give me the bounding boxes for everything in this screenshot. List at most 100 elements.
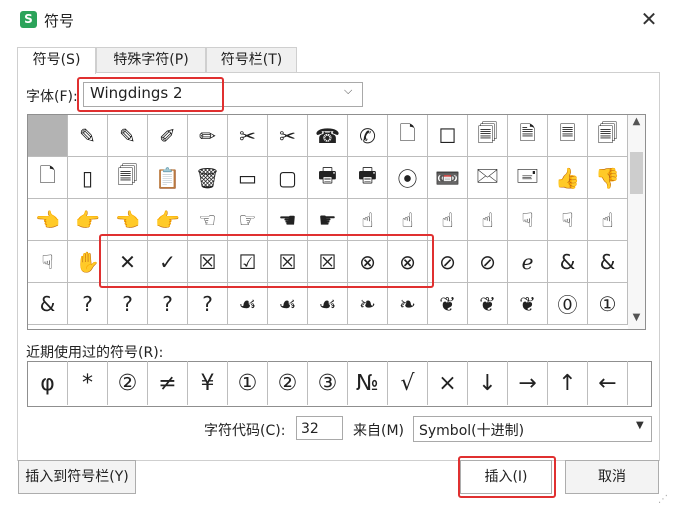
scroll-thumb[interactable] [630, 152, 643, 194]
symbol-cell[interactable]: ☎ [308, 115, 348, 157]
symbol-cell[interactable]: 🖃 [508, 157, 548, 199]
insert-to-symbol-bar-button[interactable]: 插入到符号栏(Y) [18, 460, 136, 494]
recent-symbol-cell[interactable]: ↑ [548, 361, 588, 405]
from-value: Symbol(十进制) [419, 423, 525, 439]
symbol-cell[interactable]: 🗏 [548, 115, 588, 157]
symbol-cell[interactable]: ✆ [348, 115, 388, 157]
symbol-cell[interactable]: ❧ [388, 283, 428, 325]
symbol-cell[interactable]: ▭ [228, 157, 268, 199]
symbol-cell[interactable]: ✂ [268, 115, 308, 157]
symbol-cell[interactable]: ? [188, 283, 228, 325]
symbol-cell[interactable]: 📼 [428, 157, 468, 199]
recent-symbol-cell[interactable]: ② [108, 361, 148, 405]
symbol-cell[interactable]: 🗐 [588, 115, 628, 157]
symbol-cell[interactable]: ✐ [148, 115, 188, 157]
recent-symbol-cell[interactable]: ① [228, 361, 268, 405]
recent-symbol-cell[interactable]: № [348, 361, 388, 405]
tab-symbols-label: 符号(S) [32, 52, 81, 68]
symbol-cell[interactable]: & [28, 283, 68, 325]
font-label: 字体(F): [26, 89, 78, 105]
recent-symbol-cell[interactable]: * [68, 361, 108, 405]
symbol-cell[interactable]: ? [108, 283, 148, 325]
app-icon: S [20, 11, 37, 28]
symbol-cell[interactable]: ☟ [548, 199, 588, 241]
symbol-cell[interactable]: 🗋 [28, 157, 68, 199]
recent-symbol-cell[interactable]: ¥ [188, 361, 228, 405]
symbol-cell[interactable]: ☙ [308, 283, 348, 325]
symbol-cell[interactable]: ⊘ [428, 241, 468, 283]
caret-down-icon[interactable]: ▼ [636, 420, 644, 431]
char-code-label: 字符代码(C): [204, 423, 286, 439]
tab-special-chars[interactable]: 特殊字符(P) [96, 47, 206, 73]
symbol-cell[interactable]: ℯ [508, 241, 548, 283]
recent-symbol-cell[interactable]: φ [28, 361, 68, 405]
scroll-down-icon[interactable]: ▼ [630, 312, 643, 326]
tab-special-chars-label: 特殊字符(P) [113, 52, 189, 68]
symbol-cell[interactable]: 🖶 [348, 157, 388, 199]
recent-symbol-cell[interactable]: √ [388, 361, 428, 405]
recent-symbol-cell[interactable]: ② [268, 361, 308, 405]
recent-symbol-cell[interactable]: ← [588, 361, 628, 405]
symbol-cell[interactable]: ☙ [228, 283, 268, 325]
symbol-cell[interactable]: ⊘ [468, 241, 508, 283]
symbol-cell[interactable]: 👈 [28, 199, 68, 241]
tab-symbol-bar[interactable]: 符号栏(T) [206, 47, 297, 73]
symbol-grid[interactable]: ✎ ✎ ✐ ✏ ✂ ✂ ☎ ✆ 🗋 ☐ 🗐 🗎 🗏 🗐 🗋 ▯ 🗐 📋 🗑 ▭ ▢ 🖶 🖶 ⦿ 📼 🖂 🖃 👍 👎 👈 👉 👈 👉 ☜ ☞ ☚ ☛ ☝ ☝ ☝… [27, 114, 630, 330]
symbol-cell[interactable]: & [548, 241, 588, 283]
symbol-cell[interactable]: ☝ [588, 199, 628, 241]
dialog-title: 符号 [44, 12, 75, 30]
char-code-input[interactable]: 32 [296, 416, 343, 440]
symbol-cell[interactable]: ? [68, 283, 108, 325]
symbol-cell[interactable]: ❧ [348, 283, 388, 325]
symbol-cell[interactable]: 📋 [148, 157, 188, 199]
symbol-cell[interactable]: 🖂 [468, 157, 508, 199]
symbol-cell[interactable]: ❦ [468, 283, 508, 325]
symbol-cell[interactable]: ⓪ [548, 283, 588, 325]
symbol-cell[interactable] [28, 115, 68, 157]
symbol-cell[interactable]: ? [148, 283, 188, 325]
highlight-box-font [77, 77, 224, 112]
chevron-down-icon[interactable]: ⌵ [344, 84, 352, 98]
symbol-cell[interactable]: 👎 [588, 157, 628, 199]
tab-symbols[interactable]: 符号(S) [17, 47, 96, 74]
symbol-cell[interactable]: 🖶 [308, 157, 348, 199]
scrollbar[interactable] [628, 114, 646, 330]
symbol-cell[interactable]: 🗐 [108, 157, 148, 199]
symbol-cell[interactable]: ☝ [428, 199, 468, 241]
symbol-cell[interactable]: ✎ [108, 115, 148, 157]
symbol-cell[interactable]: 🗐 [468, 115, 508, 157]
symbol-cell[interactable]: ▢ [268, 157, 308, 199]
symbol-cell[interactable]: 👍 [548, 157, 588, 199]
cancel-button[interactable]: 取消 [565, 460, 659, 494]
tab-symbol-bar-label: 符号栏(T) [220, 52, 283, 68]
symbol-cell[interactable]: ☙ [268, 283, 308, 325]
resize-grip-icon[interactable]: ⋰ [658, 494, 668, 505]
recent-symbol-cell[interactable]: ≠ [148, 361, 188, 405]
symbol-cell[interactable]: ❦ [428, 283, 468, 325]
symbol-cell[interactable]: ✂ [228, 115, 268, 157]
symbol-cell[interactable]: ❦ [508, 283, 548, 325]
recent-symbols-label: 近期使用过的符号(R): [26, 345, 164, 361]
symbol-cell[interactable]: ☐ [428, 115, 468, 157]
symbol-cell[interactable]: ▯ [68, 157, 108, 199]
symbol-cell[interactable]: ✎ [68, 115, 108, 157]
symbol-cell[interactable]: ☟ [508, 199, 548, 241]
recent-symbol-cell[interactable]: ③ [308, 361, 348, 405]
symbol-cell[interactable]: ☟ [28, 241, 68, 283]
symbol-cell[interactable]: ☝ [468, 199, 508, 241]
symbol-cell[interactable]: 🗋 [388, 115, 428, 157]
symbol-cell[interactable]: 🗑 [188, 157, 228, 199]
recent-symbol-cell[interactable]: → [508, 361, 548, 405]
scroll-up-icon[interactable]: ▲ [630, 116, 643, 130]
symbol-cell[interactable]: ⦿ [388, 157, 428, 199]
symbol-cell[interactable]: ✏ [188, 115, 228, 157]
highlight-box-insert [458, 456, 556, 498]
symbol-cell[interactable]: & [588, 241, 628, 283]
symbol-cell[interactable]: ① [588, 283, 628, 325]
close-icon[interactable]: ✕ [636, 6, 662, 32]
recent-symbol-cell[interactable]: × [428, 361, 468, 405]
recent-symbol-cell[interactable]: ↓ [468, 361, 508, 405]
symbol-cell[interactable]: 🗎 [508, 115, 548, 157]
highlight-box-checkmarks [99, 234, 434, 288]
title-bar [0, 0, 676, 38]
